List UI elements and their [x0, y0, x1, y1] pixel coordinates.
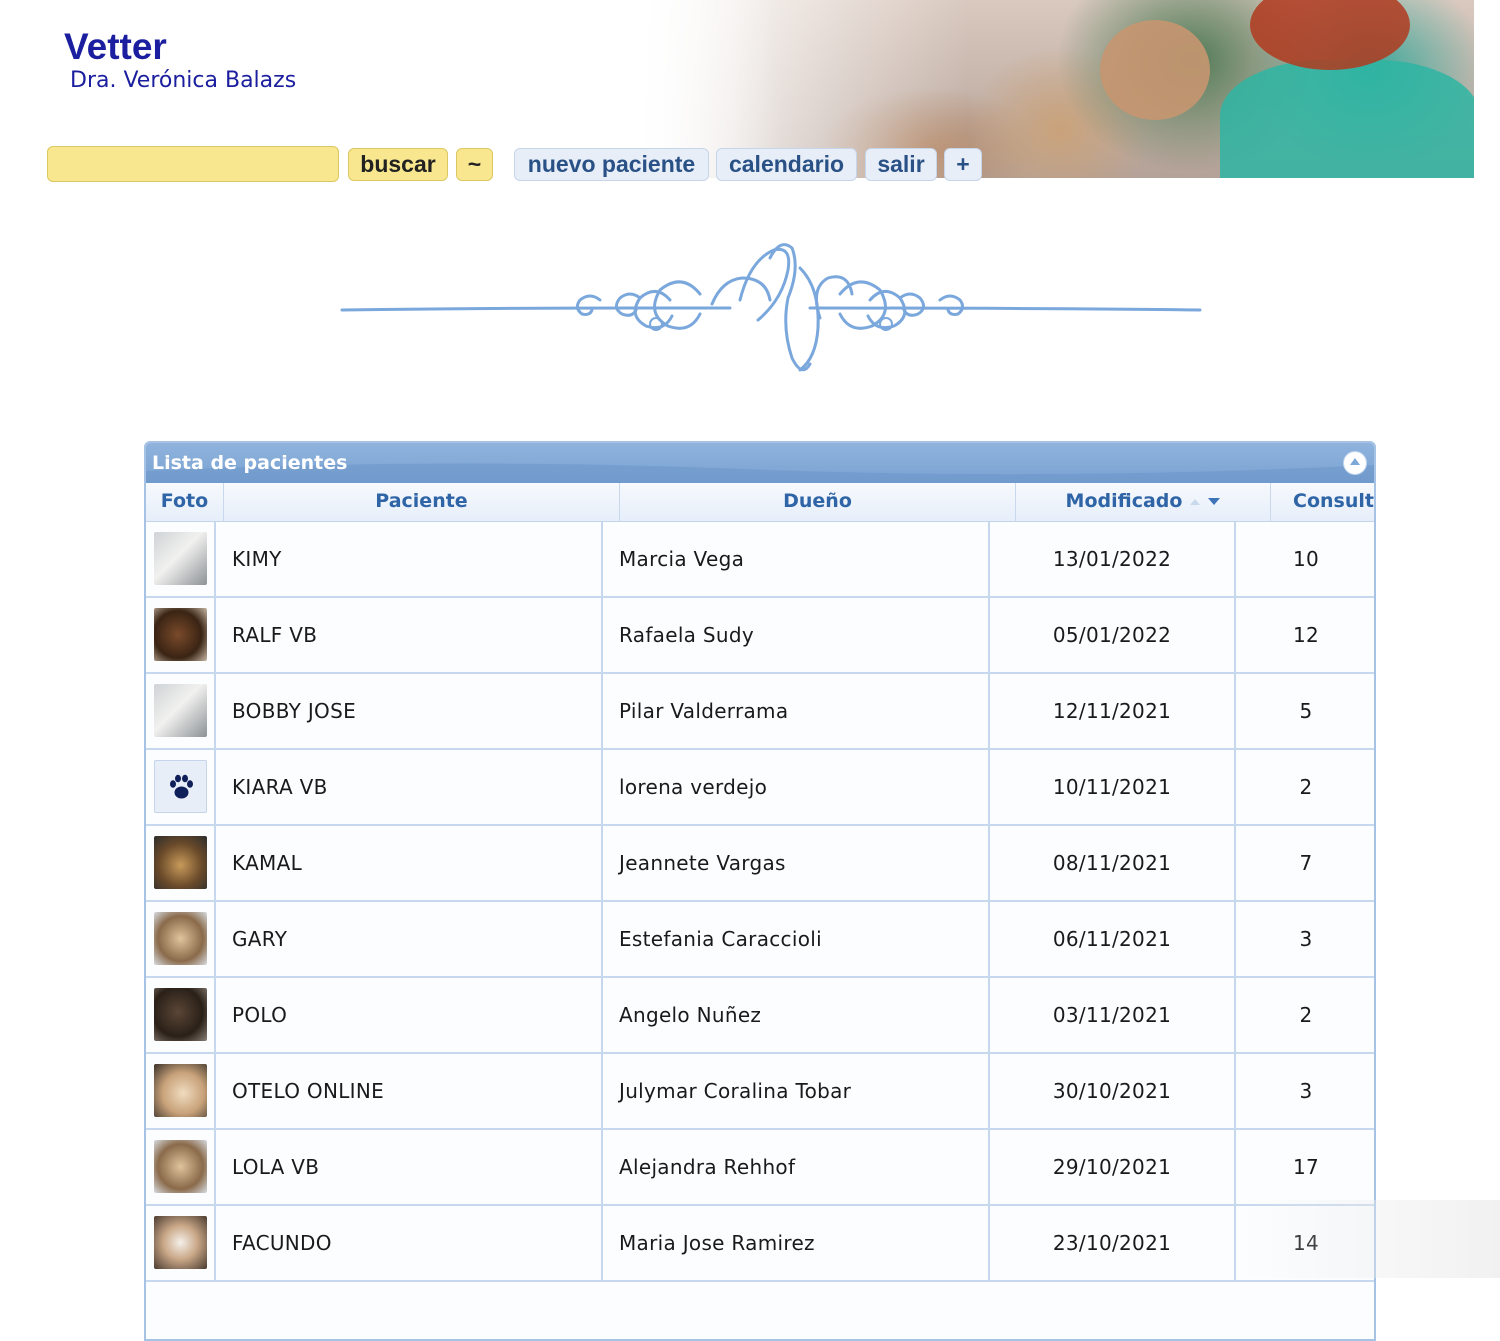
decorative-flourish-divider: [340, 243, 1202, 372]
cell-consultas: 2: [1299, 1003, 1313, 1027]
column-header-consultas[interactable]: Consultas: [1271, 483, 1374, 521]
column-header-dueno[interactable]: Dueño: [620, 483, 1016, 521]
table-row[interactable]: KIMY Marcia Vega 13/01/2022 10: [146, 522, 1374, 598]
cell-paciente: KAMAL: [216, 826, 603, 900]
cell-modificado: 05/01/2022: [990, 598, 1236, 672]
table-row[interactable]: LOLA VB Alejandra Rehhof 29/10/2021 17: [146, 1130, 1374, 1206]
column-header-paciente[interactable]: Paciente: [224, 483, 620, 521]
cell-paciente: KIARA VB: [216, 750, 603, 824]
cell-foto: [146, 1130, 216, 1204]
doctor-name: Dra. Verónica Balazs: [70, 68, 297, 93]
cell-dueno: Estefania Caraccioli: [603, 902, 990, 976]
bulldog-photo[interactable]: [154, 1216, 207, 1269]
grid-caption: Lista de pacientes: [146, 443, 1374, 483]
collapse-grid-button[interactable]: [1344, 452, 1366, 474]
cell-foto: [146, 826, 216, 900]
cell-foto: [146, 598, 216, 672]
cell-consultas: 5: [1299, 699, 1313, 723]
cell-foto: [146, 522, 216, 596]
cell-modificado: 29/10/2021: [990, 1130, 1236, 1204]
brown-dog-photo[interactable]: [154, 608, 207, 661]
cell-consultas: 14: [1292, 1231, 1320, 1255]
table-row[interactable]: GARY Estefania Caraccioli 06/11/2021 3: [146, 902, 1374, 978]
cell-paciente: RALF VB: [216, 598, 603, 672]
grid-column-headers: Foto Paciente Dueño Modificado Consultas: [146, 483, 1374, 522]
cell-foto: [146, 978, 216, 1052]
column-header-paciente-label: Paciente: [375, 490, 468, 512]
cell-modificado: 10/11/2021: [990, 750, 1236, 824]
search-button[interactable]: buscar: [348, 148, 448, 181]
column-header-modificado-label: Modificado: [1065, 490, 1183, 512]
cell-consultas: 10: [1292, 547, 1320, 571]
cell-dueno: lorena verdejo: [603, 750, 990, 824]
cell-modificado: 12/11/2021: [990, 674, 1236, 748]
grid-body: KIMY Marcia Vega 13/01/2022 10 RALF VB Rafael…: [146, 522, 1374, 1282]
cell-dueno: Jeannete Vargas: [603, 826, 990, 900]
table-row[interactable]: RALF VB Rafaela Sudy 05/01/2022 12: [146, 598, 1374, 674]
logout-button[interactable]: salir: [865, 148, 937, 181]
column-header-dueno-label: Dueño: [783, 490, 852, 512]
table-row[interactable]: KAMAL Jeannete Vargas 08/11/2021 7: [146, 826, 1374, 902]
cell-foto: [146, 1054, 216, 1128]
cell-consultas: 12: [1292, 623, 1320, 647]
column-header-foto-label: Foto: [160, 490, 209, 512]
cell-foto: [146, 902, 216, 976]
cell-paciente: POLO: [216, 978, 603, 1052]
cell-paciente: BOBBY JOSE: [216, 674, 603, 748]
cell-modificado: 23/10/2021: [990, 1206, 1236, 1280]
cell-foto: [146, 1206, 216, 1280]
cell-consultas: 7: [1299, 851, 1313, 875]
cell-foto: [146, 674, 216, 748]
cell-dueno: Julymar Coralina Tobar: [603, 1054, 990, 1128]
table-row[interactable]: FACUNDO Maria Jose Ramirez 23/10/2021 14: [146, 1206, 1374, 1282]
cell-modificado: 08/11/2021: [990, 826, 1236, 900]
table-row[interactable]: OTELO ONLINE Julymar Coralina Tobar 30/10/…: [146, 1054, 1374, 1130]
cell-paciente: LOLA VB: [216, 1130, 603, 1204]
cell-dueno: Rafaela Sudy: [603, 598, 990, 672]
cell-dueno: Alejandra Rehhof: [603, 1130, 990, 1204]
cell-paciente: KIMY: [216, 522, 603, 596]
plus-button[interactable]: +: [944, 148, 982, 181]
cell-modificado: 13/01/2022: [990, 522, 1236, 596]
sort-descending-icon[interactable]: [1208, 498, 1221, 505]
cell-modificado: 30/10/2021: [990, 1054, 1236, 1128]
search-input[interactable]: [47, 146, 339, 182]
table-row[interactable]: BOBBY JOSE Pilar Valderrama 12/11/2021 5: [146, 674, 1374, 750]
column-header-modificado[interactable]: Modificado: [1016, 483, 1271, 521]
calendar-button[interactable]: calendario: [716, 148, 857, 181]
tan-dog-photo[interactable]: [154, 1140, 207, 1193]
white-dog-photo[interactable]: [154, 532, 207, 585]
cell-dueno: Pilar Valderrama: [603, 674, 990, 748]
cell-paciente: FACUNDO: [216, 1206, 603, 1280]
table-row[interactable]: KIARA VB lorena verdejo 10/11/2021 2: [146, 750, 1374, 826]
grid-caption-title: Lista de pacientes: [152, 452, 348, 474]
cell-dueno: Maria Jose Ramirez: [603, 1206, 990, 1280]
cell-modificado: 03/11/2021: [990, 978, 1236, 1052]
golden-dog-photo[interactable]: [154, 836, 207, 889]
paw-icon[interactable]: [154, 760, 207, 813]
white-dog-photo[interactable]: [154, 684, 207, 737]
advanced-search-button[interactable]: ~: [456, 148, 493, 181]
table-row[interactable]: POLO Angelo Nuñez 03/11/2021 2: [146, 978, 1374, 1054]
app-title: Vetter: [64, 26, 167, 67]
column-header-foto[interactable]: Foto: [146, 483, 224, 521]
sort-ascending-icon[interactable]: [1190, 498, 1201, 505]
tan-dog-photo[interactable]: [154, 912, 207, 965]
cell-paciente: GARY: [216, 902, 603, 976]
cell-dueno: Angelo Nuñez: [603, 978, 990, 1052]
fluffy-dog-photo[interactable]: [154, 1064, 207, 1117]
cell-consultas: 3: [1299, 927, 1313, 951]
cell-paciente: OTELO ONLINE: [216, 1054, 603, 1128]
cell-modificado: 06/11/2021: [990, 902, 1236, 976]
new-patient-button[interactable]: nuevo paciente: [514, 148, 709, 181]
cell-dueno: Marcia Vega: [603, 522, 990, 596]
column-header-consultas-label: Consultas: [1293, 490, 1374, 512]
dark-dog-photo[interactable]: [154, 988, 207, 1041]
patients-grid: Lista de pacientes Foto Paciente Dueño M…: [144, 441, 1376, 1341]
cell-foto: [146, 750, 216, 824]
cell-consultas: 2: [1299, 775, 1313, 799]
cell-consultas: 3: [1299, 1079, 1313, 1103]
cell-consultas: 17: [1292, 1155, 1320, 1179]
